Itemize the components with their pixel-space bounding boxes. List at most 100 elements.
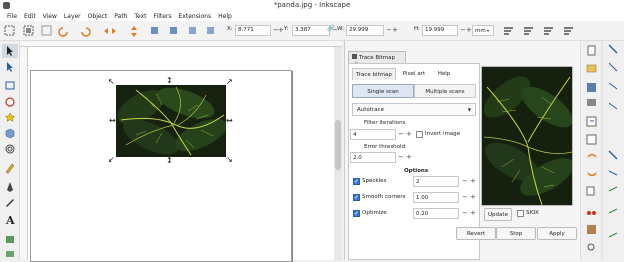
cut-icon[interactable] [587, 211, 596, 215]
paste-icon[interactable] [587, 225, 596, 234]
smooth-corners-checkbox[interactable] [353, 194, 360, 201]
menu-extensions[interactable]: Extensions [176, 11, 216, 21]
snap-paths-icon[interactable] [608, 102, 618, 110]
snap-rotation-icon[interactable] [608, 186, 618, 192]
export-icon[interactable] [586, 134, 597, 145]
w-decrement-icon[interactable]: − [386, 26, 392, 34]
node-tool-icon[interactable] [7, 62, 13, 72]
raise-icon[interactable] [170, 27, 177, 34]
snap-toggle-icon[interactable] [608, 44, 618, 54]
snap-nodes-icon[interactable] [608, 82, 618, 90]
rotate-ccw-icon[interactable] [58, 27, 68, 37]
flip-horizontal-icon[interactable] [104, 28, 116, 34]
filter-iterations-decrement-icon[interactable]: − [398, 131, 404, 138]
optimize-field[interactable]: 0.20 [413, 208, 459, 219]
scale-handle-top-right-icon[interactable]: ↗ [226, 78, 233, 86]
tab-pixel-art[interactable]: Pixel art [398, 68, 430, 80]
error-threshold-increment-icon[interactable]: + [406, 154, 412, 161]
menu-filters[interactable]: Filters [151, 11, 176, 21]
select-all-layers-icon[interactable] [23, 25, 34, 36]
move-gradients-icon[interactable] [544, 27, 553, 35]
snap-grid-icon[interactable] [608, 232, 618, 238]
h-field[interactable]: 19.999 [422, 25, 458, 36]
snap-center-icon[interactable] [608, 170, 618, 176]
scale-stroke-icon[interactable] [504, 27, 513, 35]
menu-object[interactable]: Object [85, 11, 112, 21]
trace-bitmap-dock-tab[interactable]: Trace Bitmap × [348, 51, 406, 67]
redo-icon[interactable] [587, 172, 597, 177]
lower-icon[interactable] [189, 27, 196, 34]
scale-corners-icon[interactable] [524, 27, 533, 35]
speckles-increment-icon[interactable]: + [470, 178, 476, 185]
copy-icon[interactable] [586, 186, 595, 196]
tab-help[interactable]: Help [432, 68, 456, 80]
optimize-decrement-icon[interactable]: − [462, 210, 468, 217]
snap-bbox-icon[interactable] [608, 62, 618, 72]
speckles-field[interactable]: 2 [413, 176, 459, 187]
calligraphy-tool-icon[interactable] [6, 199, 14, 207]
smooth-corners-field[interactable]: 1.00 [413, 192, 459, 203]
scale-handle-left-icon[interactable]: ↔ [109, 117, 116, 125]
single-scan-button[interactable]: Single scan [352, 84, 414, 98]
zoom-icon[interactable] [587, 243, 595, 251]
tab-trace-bitmap[interactable]: Trace bitmap [352, 68, 396, 80]
open-icon[interactable] [586, 64, 597, 73]
move-patterns-icon[interactable] [564, 27, 573, 35]
snap-midpoints-icon[interactable] [608, 150, 618, 160]
save-icon[interactable] [587, 83, 596, 92]
w-increment-icon[interactable]: + [392, 26, 398, 34]
rectangle-tool-icon[interactable] [5, 81, 15, 90]
spiral-tool-icon[interactable] [5, 144, 15, 154]
menu-path[interactable]: Path [111, 11, 131, 21]
siox-checkbox[interactable] [517, 210, 524, 217]
menu-file[interactable]: File [4, 11, 21, 21]
menu-help[interactable]: Help [215, 11, 236, 21]
menu-layer[interactable]: Layer [61, 11, 85, 21]
revert-button[interactable]: Revert [456, 227, 496, 240]
scale-handle-right-icon[interactable]: ↔ [226, 117, 233, 125]
w-field[interactable]: 29.999 [346, 25, 384, 36]
ellipse-tool-icon[interactable] [5, 97, 15, 107]
bitmap-image[interactable] [116, 85, 226, 157]
filter-iterations-increment-icon[interactable]: + [406, 131, 412, 138]
pencil-tool-icon[interactable] [5, 163, 15, 174]
optimize-checkbox[interactable] [353, 210, 360, 217]
scale-handle-top-icon[interactable]: ↕ [166, 77, 173, 85]
speckles-decrement-icon[interactable]: − [462, 178, 468, 185]
deselect-icon[interactable] [41, 25, 52, 36]
h-increment-icon[interactable]: + [466, 26, 472, 34]
scrollbar-thumb[interactable] [335, 120, 341, 170]
scale-handle-bottom-right-icon[interactable]: ↘ [226, 156, 233, 164]
filter-iterations-field[interactable]: 4 [350, 129, 396, 140]
error-threshold-field[interactable]: 2.0 [350, 152, 396, 163]
optimize-increment-icon[interactable]: + [470, 210, 476, 217]
h-decrement-icon[interactable]: − [460, 26, 466, 34]
eraser-tool-icon[interactable] [6, 251, 14, 257]
star-tool-icon[interactable] [4, 112, 16, 122]
smooth-corners-increment-icon[interactable]: + [470, 194, 476, 201]
update-button[interactable]: Update [484, 208, 512, 221]
multiple-scans-button[interactable]: Multiple scans [414, 84, 476, 98]
menu-view[interactable]: View [40, 11, 61, 21]
scale-handle-bottom-icon[interactable]: ↕ [166, 157, 173, 165]
undo-icon[interactable] [587, 153, 597, 158]
invert-image-checkbox[interactable] [416, 131, 423, 138]
flip-vertical-icon[interactable] [131, 26, 137, 37]
menu-text[interactable]: Text [131, 11, 150, 21]
spray-tool-icon[interactable] [6, 236, 14, 243]
rotate-cw-icon[interactable] [81, 27, 91, 37]
apply-button[interactable]: Apply [537, 227, 577, 240]
x-field[interactable]: 8.771 [235, 25, 271, 36]
error-threshold-decrement-icon[interactable]: − [398, 154, 404, 161]
import-icon[interactable] [586, 116, 597, 127]
snap-page-icon[interactable] [608, 208, 618, 214]
scale-handle-bottom-left-icon[interactable]: ↙ [108, 156, 115, 164]
scale-handle-top-left-icon[interactable]: ↖ [108, 78, 115, 86]
stop-button[interactable]: Stop [496, 227, 536, 240]
print-icon[interactable] [587, 99, 596, 106]
3d-box-tool-icon[interactable] [5, 128, 15, 139]
trace-mode-select[interactable]: Autotrace ▼ [352, 103, 476, 116]
select-all-icon[interactable] [4, 25, 15, 36]
new-document-icon[interactable] [587, 45, 596, 56]
pen-tool-icon[interactable] [7, 182, 13, 192]
